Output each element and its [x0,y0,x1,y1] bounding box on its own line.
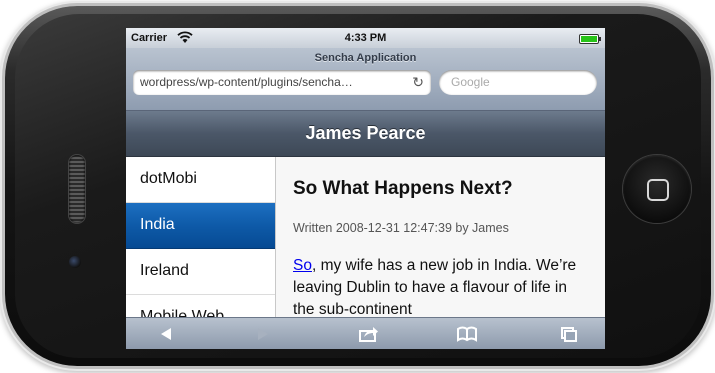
sidebar-item-india[interactable]: India [126,203,275,249]
speaker-grille [69,155,85,223]
post-body: So, my wife has a new job in India. We’r… [293,255,589,317]
post-content: So What Happens Next? Written 2008-12-31… [276,157,605,317]
reload-icon[interactable]: ↻ [412,70,424,95]
tabs-button[interactable] [548,318,588,349]
post-link[interactable]: So [293,257,312,274]
back-icon [161,328,171,340]
bookmarks-icon [457,326,477,342]
post-title: So What Happens Next? [293,178,513,199]
sidebar: dotMobi India Ireland Mobile Web [126,157,276,317]
url-text: wordpress/wp-content/plugins/sencha… [140,75,353,89]
forward-icon [258,328,268,340]
app-title: James Pearce [126,111,605,157]
search-input[interactable]: Google [439,70,597,95]
tabs-icon [561,327,577,342]
share-icon [359,327,378,342]
sidebar-item-dotmobi[interactable]: dotMobi [126,157,275,203]
forward-button[interactable] [241,318,281,349]
home-button[interactable] [623,155,691,223]
bookmarks-button[interactable] [446,318,486,349]
url-field[interactable]: wordpress/wp-content/plugins/sencha… ↻ [133,70,431,95]
bottom-toolbar [126,317,605,349]
browser-toolbar: Sencha Application wordpress/wp-content/… [126,48,605,111]
sidebar-item-mobile-web[interactable]: Mobile Web [126,295,275,317]
status-bar: Carrier 4:33 PM [126,28,605,48]
back-button[interactable] [148,318,188,349]
camera-icon [69,256,81,268]
post-body-text: , my wife has a new job in India. We’re … [293,257,577,317]
screen: Carrier 4:33 PM Sencha Application wordp… [126,28,605,349]
share-button[interactable] [348,318,388,349]
battery-icon [579,34,601,44]
post-meta: Written 2008-12-31 12:47:39 by James [293,221,509,235]
home-square-icon [647,179,669,201]
sidebar-item-ireland[interactable]: Ireland [126,249,275,295]
clock: 4:33 PM [344,32,387,44]
page-title: Sencha Application [314,52,417,64]
